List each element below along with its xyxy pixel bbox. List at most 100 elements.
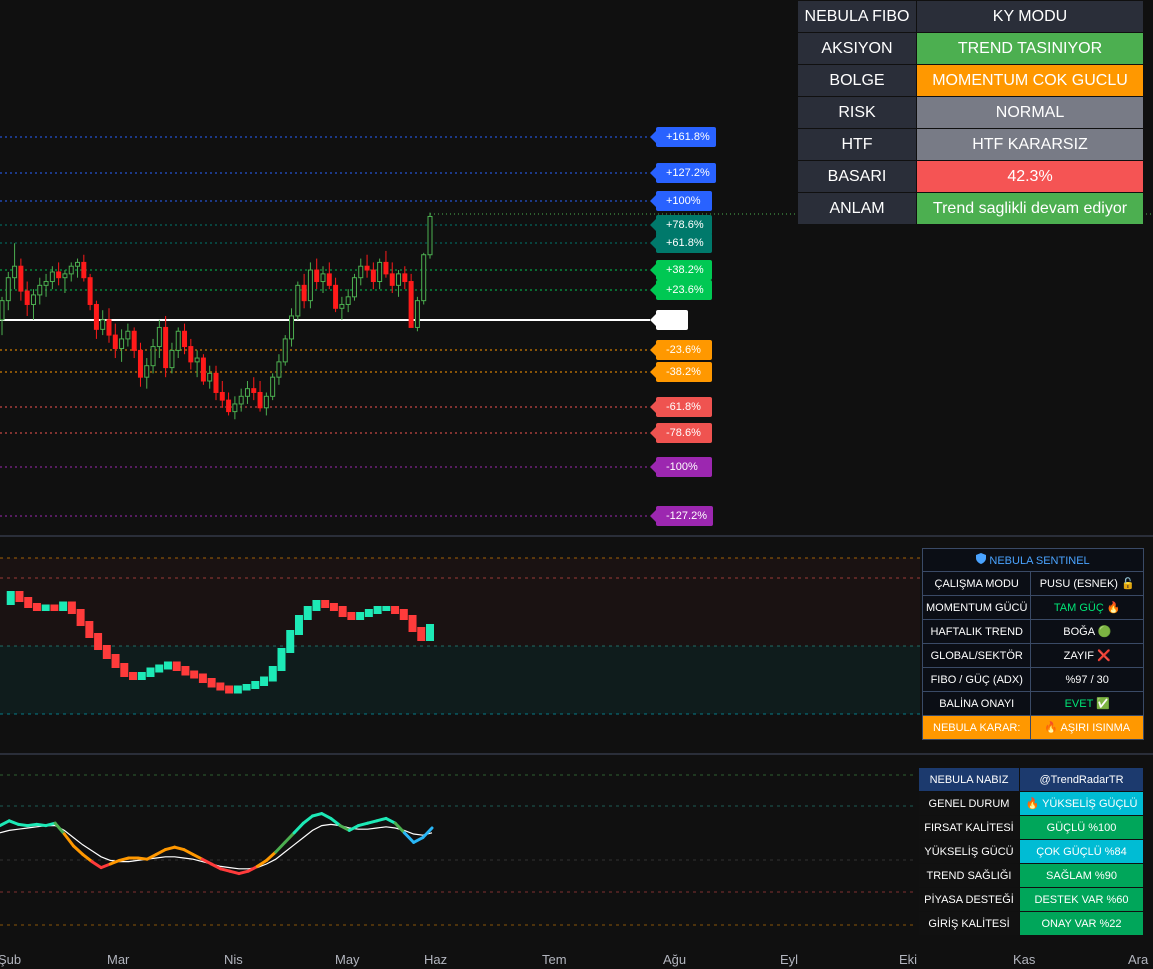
- nabiz-row-value: SAĞLAM %90: [1019, 863, 1144, 888]
- candle-body: [137, 349, 143, 378]
- nabiz-handle: @TrendRadarTR: [1019, 767, 1144, 792]
- candle-body: [377, 261, 383, 283]
- nabiz-fast-segment: [274, 840, 287, 854]
- time-axis-label: May: [335, 952, 360, 967]
- candle-body: [112, 334, 118, 349]
- oscillator-bar: [251, 681, 260, 689]
- candle: [421, 252, 427, 305]
- fibo-table-row-label: BOLGE: [797, 64, 917, 97]
- oscillator-bar: [120, 663, 129, 677]
- candle-body: [12, 265, 18, 279]
- nebula-nabiz-table: NEBULA NABIZ @TrendRadarTR GENEL DURUM 🔥 …: [918, 767, 1144, 936]
- oscillator-bar: [391, 606, 400, 614]
- oscillator-bar: [137, 672, 146, 680]
- fibo-level-label: -23.6%: [650, 340, 712, 360]
- nabiz-fast-segment: [338, 824, 351, 832]
- candle-body: [333, 284, 339, 309]
- candle: [244, 381, 250, 404]
- candle-body: [414, 300, 420, 328]
- oscillator-bar: [286, 630, 295, 653]
- candle: [131, 327, 137, 359]
- nabiz-row: YÜKSELİŞ GÜCÜ ÇOK GÜÇLÜ %84: [918, 839, 1144, 864]
- candle: [257, 381, 263, 412]
- sentinel-row-label: HAFTALIK TREND: [921, 619, 1032, 644]
- nabiz-fast-segment: [402, 831, 416, 844]
- nabiz-row: GENEL DURUM 🔥 YÜKSELİŞ GÜÇLÜ: [918, 791, 1144, 816]
- candle-body: [389, 273, 395, 286]
- oscillator-bar: [50, 604, 59, 611]
- sentinel-row-label: ÇALIŞMA MODU: [921, 571, 1032, 596]
- candle-body: [383, 261, 389, 275]
- fibo-level-label: -100%: [650, 457, 712, 477]
- candle: [232, 396, 238, 420]
- candle-body: [270, 376, 276, 397]
- fibo-level-label: -78.6%: [650, 423, 712, 443]
- candle-body: [30, 294, 36, 305]
- candle: [396, 270, 402, 297]
- oscillator-bar: [373, 606, 382, 614]
- oscillator-bar: [364, 609, 373, 617]
- sentinel-row-value: EVET ✅: [1030, 691, 1144, 716]
- candle: [282, 335, 288, 366]
- overbought-zone: [0, 558, 920, 646]
- candle: [289, 308, 295, 347]
- sentinel-row: ÇALIŞMA MODU PUSU (ESNEK) 🔓: [921, 571, 1144, 596]
- fibo-table-row-label: ANLAM: [797, 192, 917, 225]
- oscillator-bar: [129, 672, 138, 680]
- nabiz-fast-segment: [246, 864, 259, 873]
- nabiz-row-value: 🔥 YÜKSELİŞ GÜÇLÜ: [1019, 791, 1144, 816]
- oscillator-bar: [321, 600, 330, 608]
- candle: [326, 262, 332, 290]
- sentinel-row-label: MOMENTUM GÜCÜ: [921, 595, 1032, 620]
- candle: [150, 338, 156, 374]
- oscillator-bar: [312, 600, 321, 611]
- nabiz-fast-segment: [0, 819, 11, 828]
- sentinel-row-value: ZAYIF ❌: [1030, 643, 1144, 668]
- candle-body: [119, 338, 125, 349]
- sentinel-row-label: BALİNA ONAYI: [921, 691, 1032, 716]
- sentinel-header: NEBULA SENTINEL: [922, 548, 1144, 572]
- candle-body: [213, 372, 219, 393]
- candle-body: [282, 338, 288, 363]
- candle: [188, 338, 194, 370]
- candle-body: [56, 271, 62, 279]
- candle: [226, 392, 232, 416]
- candle-body: [307, 269, 313, 302]
- candlestick-series: [0, 212, 433, 420]
- oscillator-bar: [347, 612, 356, 620]
- nabiz-fast-segment: [347, 824, 360, 832]
- nabiz-fast-segment: [265, 850, 278, 862]
- candle: [358, 258, 364, 286]
- shield-icon: [976, 553, 987, 567]
- fibo-table-row-value: Trend saglikli devam ediyor: [916, 192, 1144, 225]
- nabiz-fast-segment: [301, 814, 315, 825]
- candle-body: [301, 284, 307, 302]
- nabiz-signal-line: [0, 823, 433, 870]
- oscillator-bar: [268, 666, 277, 682]
- fibo-table-row: BOLGE MOMENTUM COK GUCLU: [797, 64, 1144, 97]
- nabiz-fast-segment: [90, 860, 103, 870]
- candle: [370, 262, 376, 290]
- oscillator-bar: [6, 591, 15, 605]
- time-axis-label: Tem: [542, 952, 567, 967]
- candle: [24, 281, 30, 316]
- fibo-level-label: [650, 310, 688, 330]
- oscillator-bar: [426, 624, 434, 641]
- candle-body: [125, 330, 131, 340]
- candle: [408, 273, 414, 328]
- candle-body: [100, 319, 106, 330]
- nabiz-row: FIRSAT KALİTESİ GÜÇLÜ %100: [918, 815, 1144, 840]
- oscillator-bar: [181, 666, 190, 676]
- fibo-table-row: ANLAM Trend saglikli devam ediyor: [797, 192, 1144, 225]
- oscillator-bar: [32, 603, 41, 611]
- candle: [307, 262, 313, 309]
- candle: [100, 310, 106, 336]
- oscillator-bar: [111, 654, 120, 668]
- candle: [75, 258, 81, 278]
- candle-body: [131, 330, 137, 351]
- fibo-table-row: HTF HTF KARARSIZ: [797, 128, 1144, 161]
- candle-body: [182, 330, 188, 348]
- candle: [144, 358, 150, 389]
- candle: [119, 329, 125, 362]
- candle-body: [339, 303, 345, 309]
